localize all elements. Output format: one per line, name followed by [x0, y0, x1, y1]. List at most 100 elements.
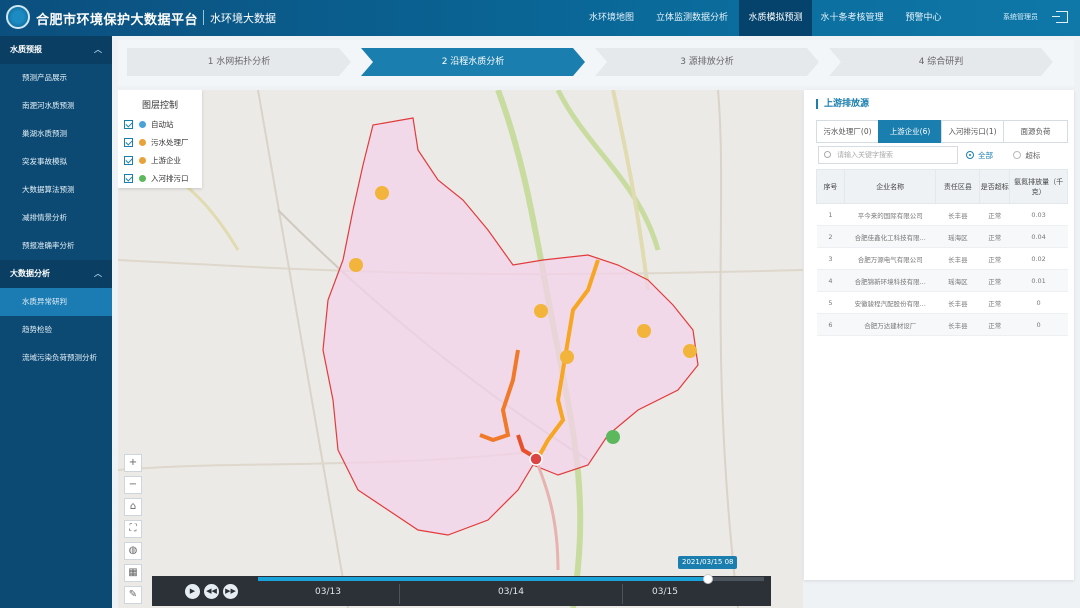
cell: 平今来的国际有限公司 — [844, 203, 936, 226]
filter-radio-group: 全部 超标 — [966, 150, 1040, 161]
upstream-source-panel: 上游排放源 污水处理厂(0) 上游企业(6) 入河排污口(1) 面源负荷 请输入… — [804, 90, 1074, 580]
nav-quality-simulation[interactable]: 水质模拟预测 — [739, 0, 812, 36]
sidebar-item-product[interactable]: 预测产品展示 — [0, 64, 112, 92]
rewind-icon[interactable]: ◀◀ — [204, 584, 219, 599]
layer-label: 污水处理厂 — [151, 137, 189, 147]
sidebar-item-anomaly[interactable]: 水质异常研判 — [0, 288, 112, 316]
sidebar-item-reduction[interactable]: 减排情景分析 — [0, 204, 112, 232]
step-along-river[interactable]: 2 沿程水质分析 — [361, 48, 585, 76]
cell: 2 — [816, 225, 845, 248]
layer-row-station[interactable]: 自动站 — [118, 115, 202, 133]
sidebar-item-nanfei[interactable]: 南淝河水质预测 — [0, 92, 112, 120]
zoom-in-icon[interactable]: + — [124, 454, 142, 472]
table-row[interactable]: 4 合肥锦新环境科技有限... 瑶海区 正常 0.01 — [816, 269, 1068, 292]
cell: 正常 — [979, 203, 1010, 226]
layer-row-treatment[interactable]: 污水处理厂 — [118, 133, 202, 151]
checkbox[interactable] — [124, 173, 133, 183]
radio-all-label[interactable]: 全部 — [978, 151, 993, 160]
cell: 4 — [816, 269, 845, 292]
map-view[interactable]: 图层控制 自动站 污水处理厂 上游企业 入河排污口 + − ⌂ ⛶ ◍ ▦ ✎ … — [118, 90, 803, 608]
column-header: 氨氮排放量（千克） — [1009, 169, 1068, 204]
cell: 0 — [1009, 291, 1068, 314]
home-icon[interactable]: ⌂ — [124, 498, 142, 516]
cell: 合肥万源电气有限公司 — [844, 247, 936, 270]
map-canvas[interactable] — [118, 90, 803, 608]
nav-monitoring-analysis[interactable]: 立体监测数据分析 — [645, 0, 739, 36]
cell: 5 — [816, 291, 845, 314]
column-header: 企业名称 — [843, 169, 937, 204]
radio-exceed-label[interactable]: 超标 — [1025, 151, 1040, 160]
checkbox[interactable] — [124, 155, 133, 165]
column-header: 责任区县 — [935, 169, 981, 204]
settings-icon[interactable]: ✎ — [124, 586, 142, 604]
timeline-separator — [399, 584, 400, 604]
cell: 6 — [816, 313, 845, 336]
chevron-up-icon: ︿ — [94, 45, 102, 54]
tab-upstream-enterprise[interactable]: 上游企业(6) — [878, 120, 942, 143]
tab-outfall[interactable]: 入河排污口(1) — [941, 120, 1004, 143]
cell: 长丰县 — [935, 203, 980, 226]
cell: 长丰县 — [935, 313, 980, 336]
layer-row-enterprise[interactable]: 上游企业 — [118, 151, 202, 169]
table-row[interactable]: 1 平今来的国际有限公司 长丰县 正常 0.03 — [816, 203, 1068, 226]
nav-assessment[interactable]: 水十条考核管理 — [812, 0, 892, 36]
sidebar-item-algorithm[interactable]: 大数据算法预测 — [0, 176, 112, 204]
table-header-row: 序号 企业名称 责任区县 是否超标 氨氮排放量（千克） — [816, 169, 1068, 204]
logout-icon[interactable] — [1052, 11, 1068, 23]
nav-water-map[interactable]: 水环境地图 — [578, 0, 645, 36]
cell: 正常 — [979, 291, 1010, 314]
cell: 0.02 — [1009, 247, 1068, 270]
cell: 正常 — [979, 313, 1010, 336]
table-row[interactable]: 2 合肥佳鑫化工科技有限... 瑶海区 正常 0.04 — [816, 225, 1068, 248]
layer-control-panel: 图层控制 自动站 污水处理厂 上游企业 入河排污口 — [118, 90, 202, 188]
cell: 0.03 — [1009, 203, 1068, 226]
tab-nonpoint[interactable]: 面源负荷 — [1003, 120, 1068, 143]
cell: 正常 — [979, 247, 1010, 270]
table-row[interactable]: 3 合肥万源电气有限公司 长丰县 正常 0.02 — [816, 247, 1068, 270]
main-nav: 水环境地图 立体监测数据分析 水质模拟预测 水十条考核管理 预警中心 — [578, 0, 955, 36]
fullscreen-icon[interactable]: ⛶ — [124, 520, 142, 538]
sidebar-group-label: 大数据分析 — [10, 269, 50, 278]
step-topology[interactable]: 1 水网拓扑分析 — [127, 48, 351, 76]
tab-treatment-plant[interactable]: 污水处理厂(0) — [816, 120, 879, 143]
timeline-player: 2021/03/15 08 ▶ ◀◀ ▶▶ 03/13 03/14 03/15 — [152, 556, 771, 606]
table-row[interactable]: 6 合肥万达建材设厂 长丰县 正常 0 — [816, 313, 1068, 336]
sidebar: 水质预报 ︿ 预测产品展示 南淝河水质预测 巢湖水质预测 突发事故模拟 大数据算法… — [0, 36, 112, 608]
sidebar-item-accident[interactable]: 突发事故模拟 — [0, 148, 112, 176]
step-comprehensive[interactable]: 4 综合研判 — [829, 48, 1053, 76]
layer-row-outfall[interactable]: 入河排污口 — [118, 169, 202, 187]
layer-label: 自动站 — [151, 119, 174, 129]
sidebar-group-bigdata[interactable]: 大数据分析 ︿ — [0, 260, 112, 288]
globe-icon[interactable]: ◍ — [124, 542, 142, 560]
search-placeholder: 请输入关键字搜索 — [837, 151, 893, 159]
factory-icon — [139, 156, 146, 164]
search-input[interactable]: 请输入关键字搜索 — [818, 146, 958, 164]
treatment-plant-icon — [139, 138, 146, 146]
table-icon[interactable]: ▦ — [124, 564, 142, 582]
sidebar-item-trend[interactable]: 趋势检验 — [0, 316, 112, 344]
zoom-out-icon[interactable]: − — [124, 476, 142, 494]
sidebar-item-chaohu[interactable]: 巢湖水质预测 — [0, 120, 112, 148]
sub-title: 水环境大数据 — [210, 12, 276, 25]
sidebar-group-label: 水质预报 — [10, 45, 42, 54]
radio-all[interactable] — [966, 151, 974, 159]
sidebar-item-accuracy[interactable]: 预报准确率分析 — [0, 232, 112, 260]
cell: 合肥锦新环境科技有限... — [844, 269, 936, 292]
cell: 合肥万达建材设厂 — [844, 313, 936, 336]
sidebar-item-load[interactable]: 流域污染负荷预测分析 — [0, 344, 112, 372]
source-tabs: 污水处理厂(0) 上游企业(6) 入河排污口(1) 面源负荷 — [816, 120, 1068, 143]
radio-exceed[interactable] — [1013, 151, 1022, 159]
timeline-handle[interactable] — [703, 574, 713, 584]
timeline-track[interactable]: 2021/03/15 08 — [258, 556, 764, 584]
fast-forward-icon[interactable]: ▶▶ — [223, 584, 238, 599]
cell: 0 — [1009, 313, 1068, 336]
sidebar-group-forecast[interactable]: 水质预报 ︿ — [0, 36, 112, 64]
step-source[interactable]: 3 源排放分析 — [595, 48, 819, 76]
checkbox[interactable] — [124, 119, 133, 129]
nav-warning-center[interactable]: 预警中心 — [892, 0, 955, 36]
user-name[interactable]: 系统管理员 — [1003, 12, 1038, 22]
checkbox[interactable] — [124, 137, 133, 147]
column-header: 是否超标 — [979, 169, 1011, 204]
play-icon[interactable]: ▶ — [185, 584, 200, 599]
table-row[interactable]: 5 安徽骏程汽配股份有限... 长丰县 正常 0 — [816, 291, 1068, 314]
